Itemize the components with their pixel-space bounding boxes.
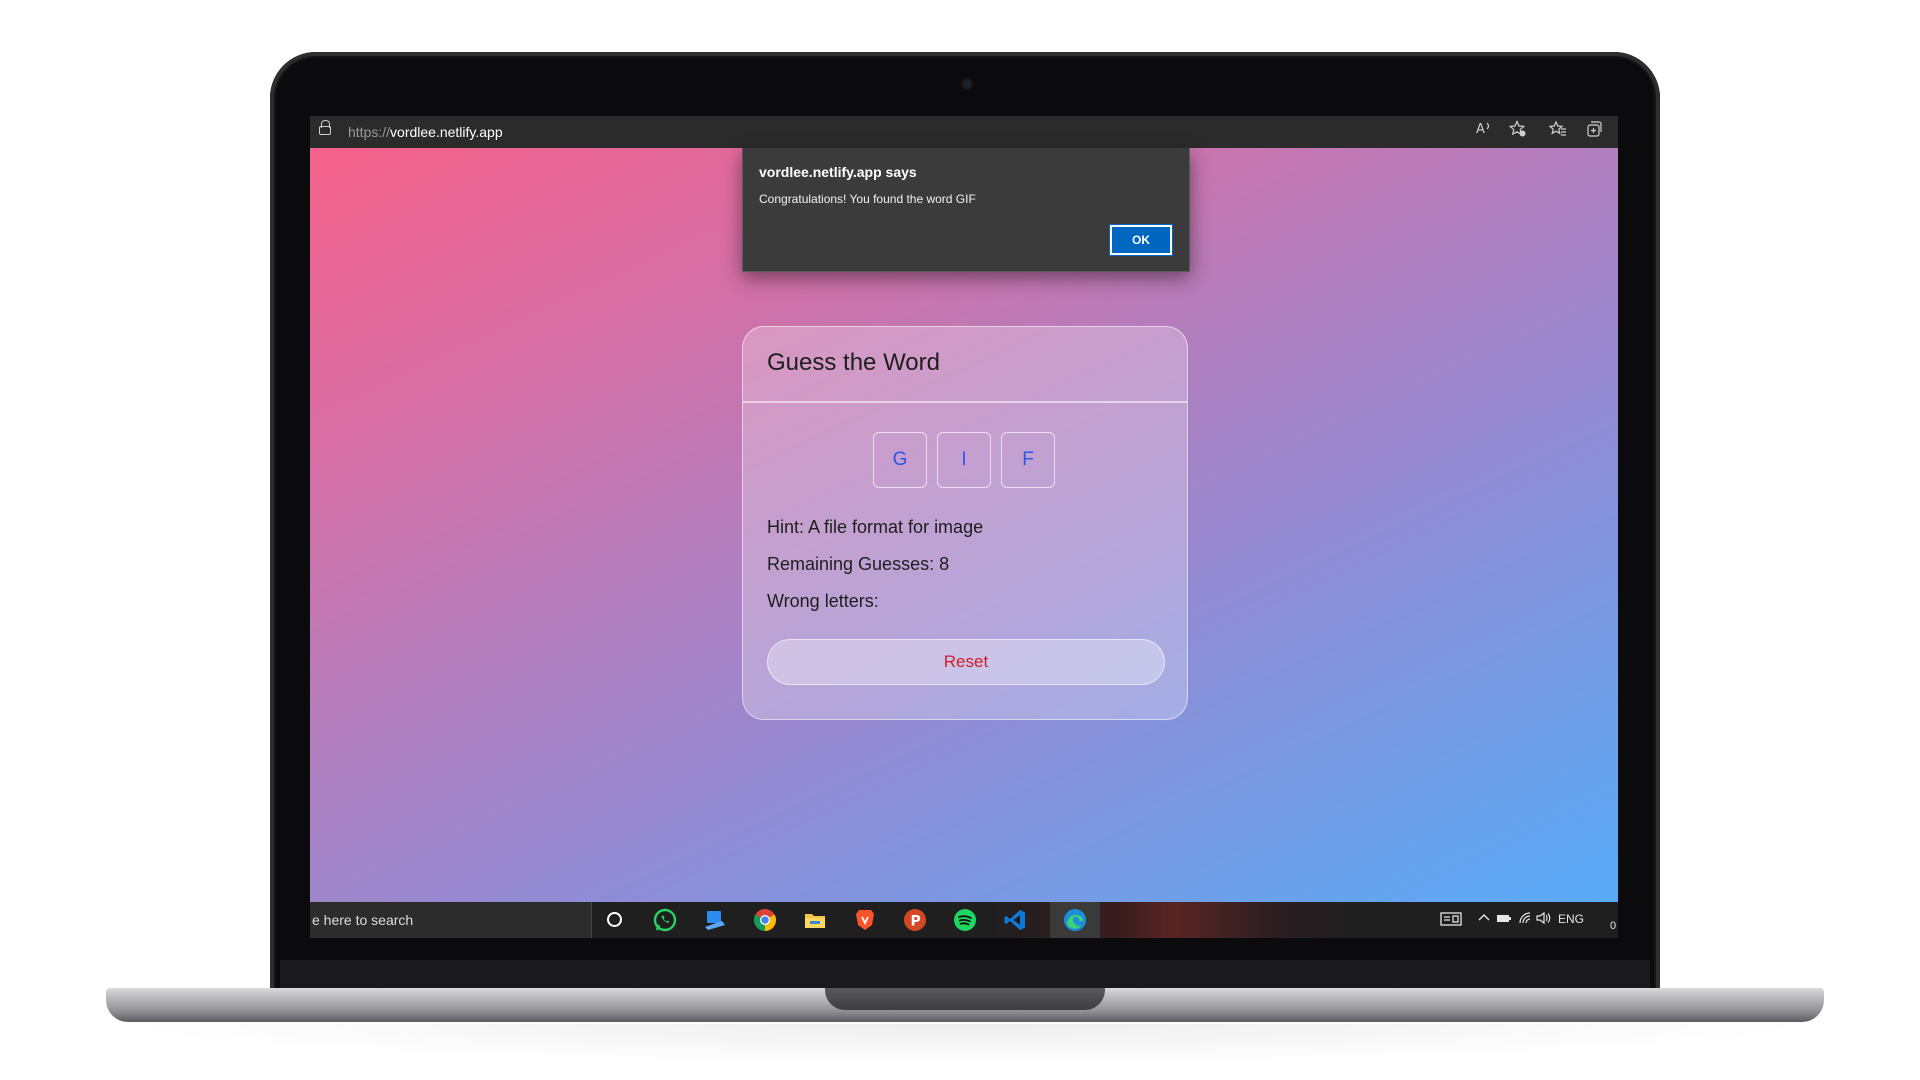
url-text[interactable]: https://vordlee.netlify.app (348, 124, 503, 140)
chrome-icon[interactable] (752, 907, 778, 933)
spotify-icon[interactable] (952, 907, 978, 933)
game-card: Guess the Word G I F Hint: A file format… (742, 326, 1188, 720)
wifi-icon[interactable] (1518, 911, 1532, 928)
letter-box: F (1001, 432, 1055, 488)
camera (962, 79, 972, 89)
vscode-icon[interactable] (1002, 907, 1028, 933)
svg-text:A: A (1476, 122, 1485, 136)
add-favorite-icon[interactable] (1506, 120, 1530, 144)
url-host: vordlee.netlify.app (390, 124, 503, 140)
brave-icon[interactable] (852, 907, 878, 933)
laptop-notch (825, 988, 1105, 1010)
reset-button[interactable]: Reset (767, 639, 1165, 685)
dialog-message: Congratulations! You found the word GIF (759, 192, 976, 206)
screen: https://vordlee.netlify.app A Guess the … (310, 116, 1618, 938)
game-title: Guess the Word (767, 349, 940, 376)
whatsapp-icon[interactable] (652, 907, 678, 933)
floor-shadow (110, 1024, 1820, 1064)
edge-icon[interactable] (1062, 907, 1088, 933)
url-protocol: https:// (348, 124, 391, 140)
cortana-icon[interactable] (607, 912, 622, 927)
news-widget-icon[interactable] (1440, 911, 1462, 930)
file-explorer-icon[interactable] (802, 907, 828, 933)
letter-box: I (937, 432, 991, 488)
remaining-guesses: Remaining Guesses: 8 (767, 554, 950, 574)
app-icon[interactable] (702, 907, 728, 933)
wrong-letters: Wrong letters: (767, 591, 879, 611)
card-divider (743, 401, 1187, 403)
read-aloud-icon[interactable]: A (1472, 120, 1496, 144)
laptop-chin (280, 960, 1650, 988)
collections-icon[interactable] (1582, 120, 1606, 144)
alert-dialog: vordlee.netlify.app says Congratulations… (742, 148, 1190, 272)
favorites-icon[interactable] (1546, 120, 1570, 144)
taskbar: e here to search P ENG 0 (310, 902, 1618, 938)
volume-icon[interactable] (1536, 911, 1552, 928)
web-page: Guess the Word G I F Hint: A file format… (310, 148, 1618, 902)
battery-icon[interactable] (1496, 911, 1512, 928)
hint-text: Hint: A file format for image (767, 517, 984, 537)
powerpoint-icon[interactable]: P (902, 907, 928, 933)
chevron-up-icon[interactable] (1478, 911, 1490, 928)
lock-icon[interactable] (319, 120, 331, 135)
tray-extra: 0 (1610, 920, 1617, 932)
letter-box: G (873, 432, 927, 488)
taskbar-search[interactable]: e here to search (310, 902, 592, 938)
svg-text:P: P (911, 914, 921, 930)
language-indicator[interactable]: ENG (1558, 912, 1584, 926)
dialog-title: vordlee.netlify.app says (759, 164, 917, 180)
ok-button[interactable]: OK (1109, 224, 1173, 256)
address-bar[interactable]: https://vordlee.netlify.app A (310, 116, 1618, 148)
